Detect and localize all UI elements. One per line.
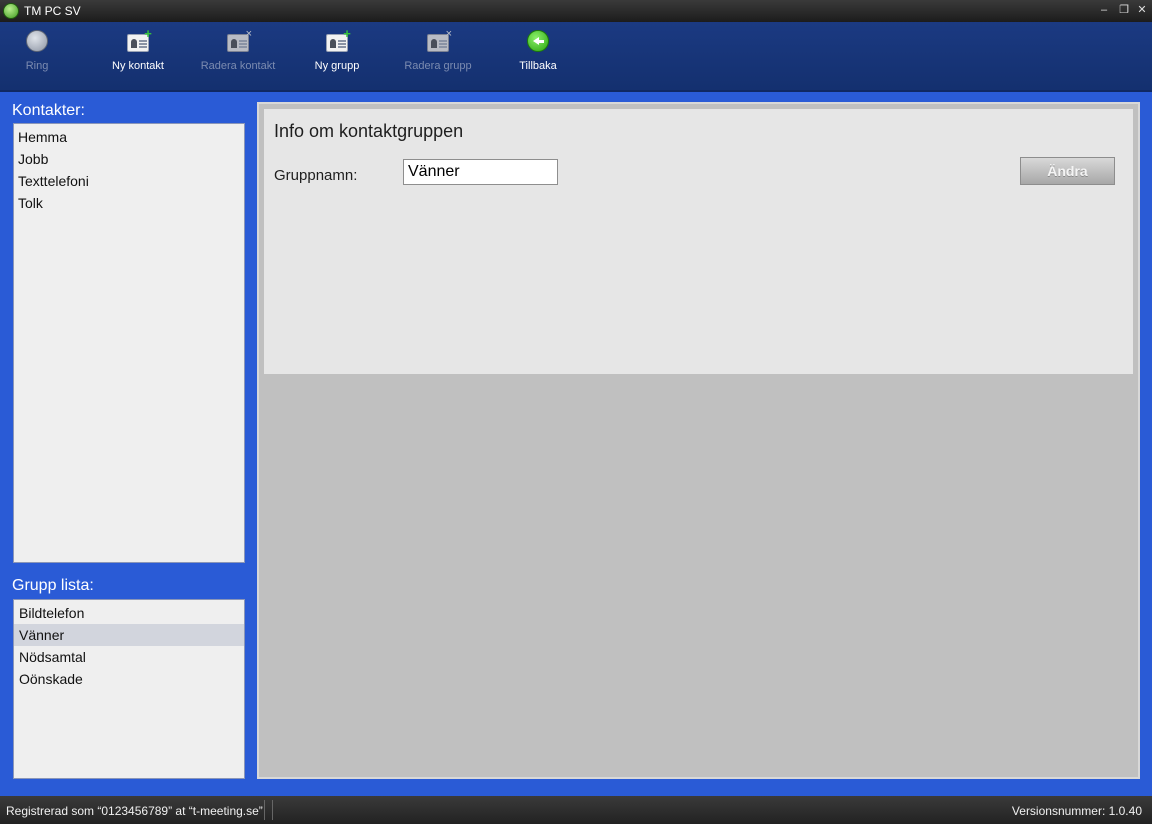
delete-group-icon: × [427,29,452,52]
status-bar: Registrerad som “0123456789” at “t-meeti… [0,796,1152,824]
version-number: Versionsnummer: 1.0.40 [1011,804,1142,818]
restore-icon[interactable]: ❐ [1116,2,1132,18]
new-group-icon: + [326,27,351,52]
minimize-icon[interactable]: – [1096,2,1112,18]
list-item[interactable]: Nödsamtal [14,646,244,668]
delete-group-label: Radera grupp [404,60,472,72]
call-button-label: Ring [25,60,49,72]
back-button[interactable]: Tillbaka [488,30,588,82]
delete-contact-label: Radera kontakt [200,60,276,72]
list-item-selected[interactable]: Vänner [14,624,244,646]
toolbar: Ring + Ny kontakt × Radera kontakt + Ny … [0,22,1152,92]
main-panel: Info om kontaktgruppen Gruppnamn: Vänner… [257,102,1140,779]
groups-heading: Grupp lista: [12,577,94,594]
new-contact-icon: + [127,27,152,52]
window-title: TM PC SV [24,4,81,18]
close-icon[interactable]: ✕ [1134,2,1150,18]
new-group-label: Ny grupp [314,60,360,72]
back-button-label: Tillbaka [519,60,557,72]
list-item[interactable]: Bildtelefon [14,602,244,624]
contacts-list[interactable]: Hemma Jobb Texttelefoni Tolk [13,123,245,563]
back-arrow-icon [527,30,549,52]
status-divider [272,800,273,820]
status-divider [264,800,265,820]
group-info-panel: Info om kontaktgruppen Gruppnamn: Vänner… [264,109,1133,374]
registration-status: Registrerad som “0123456789” at “t-meeti… [6,804,263,818]
edit-button[interactable]: Ändra [1020,157,1115,185]
list-item[interactable]: Jobb [14,148,244,170]
list-item[interactable]: Texttelefoni [14,170,244,192]
delete-contact-button[interactable]: × Radera kontakt [188,29,288,82]
list-item[interactable]: Hemma [14,126,244,148]
call-button[interactable]: Ring [0,30,87,82]
list-item[interactable]: Tolk [14,192,244,214]
contacts-heading: Kontakter: [12,102,85,119]
new-group-button[interactable]: + Ny grupp [287,27,387,82]
phone-globe-icon [26,30,48,52]
group-info-heading: Info om kontaktgruppen [274,121,464,141]
delete-group-button[interactable]: × Radera grupp [388,29,488,82]
delete-contact-icon: × [227,29,252,52]
title-bar: TM PC SV – ❐ ✕ [0,0,1152,22]
group-name-label: Gruppnamn: [274,167,358,184]
app-logo-icon [3,3,19,19]
groups-list[interactable]: Bildtelefon Vänner Nödsamtal Oönskade [13,599,245,779]
group-name-field[interactable]: Vänner [403,159,558,185]
new-contact-button[interactable]: + Ny kontakt [88,27,188,82]
new-contact-label: Ny kontakt [112,60,164,72]
list-item[interactable]: Oönskade [14,668,244,690]
